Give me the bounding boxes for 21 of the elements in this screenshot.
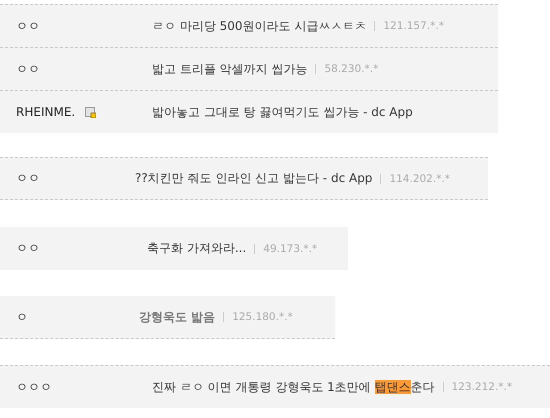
author-name[interactable]: ㅇ (16, 308, 28, 326)
ip-address: 123.212.*.* (452, 381, 512, 393)
comment-text: 축구화 가져와라... (147, 240, 246, 257)
author-name[interactable]: RHEINME. (16, 105, 76, 119)
comment-text: 밟아놓고 그대로 탕 끓여먹기도 씹가능 - dc App (152, 104, 413, 120)
badge-icon (85, 106, 96, 118)
author-name[interactable]: ㅇㅇ (16, 18, 40, 34)
ip-address: 121.157.*.* (383, 20, 444, 32)
author-name[interactable]: ㅇㅇ (16, 60, 40, 78)
comment-text: 진짜 ㄹㅇ 이면 개통령 강형욱도 1초만에 탭댄스춘다 (152, 378, 435, 396)
comment-text: ??치킨만 줘도 인라인 신고 밟는다 - dc App (135, 170, 372, 187)
comment-text: 밟고 트리플 악셀까지 씹가능 (152, 60, 308, 78)
author-name[interactable]: ㅇㅇ (16, 170, 40, 187)
comment-text: ㄹㅇ 마리당 500원이라도 시급ㅆㅅㅌㅊ (152, 18, 366, 34)
ip-address: 49.173.*.* (263, 242, 318, 254)
author-name[interactable]: ㅇㅇㅇ (16, 378, 52, 396)
ip-address: 114.202.*.* (389, 172, 450, 184)
comment-text: 강형욱도 밟음 (139, 308, 216, 326)
ip-address: 125.180.*.* (232, 311, 293, 323)
ip-address: 58.230.*.* (324, 63, 378, 75)
author-name[interactable]: ㅇㅇ (16, 240, 40, 257)
